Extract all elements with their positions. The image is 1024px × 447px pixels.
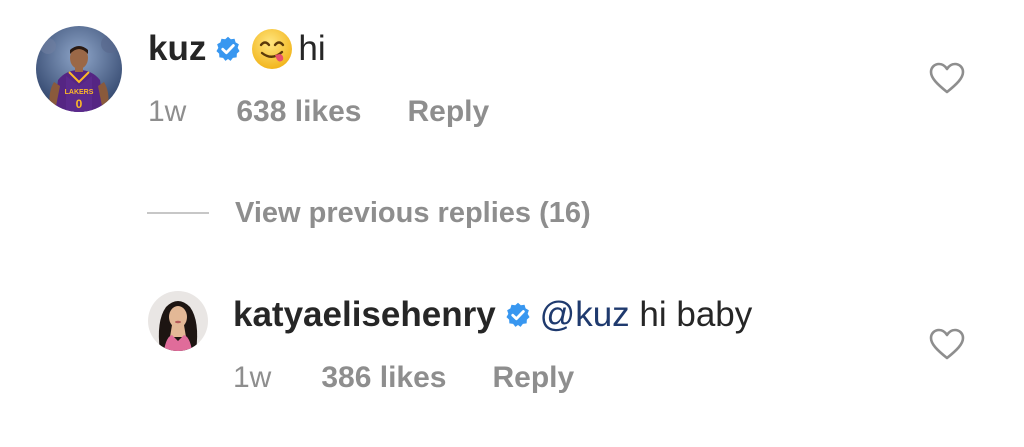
comment-thread: LAKERS 0 kuz hi 1w 638 likes Reply View … xyxy=(0,0,1024,447)
likes-count-link[interactable]: 638 likes xyxy=(236,95,361,129)
thread-divider xyxy=(147,212,209,214)
likes-count-link[interactable]: 386 likes xyxy=(321,361,446,395)
comment-2-line: katyaelisehenry @kuz hi baby xyxy=(233,294,752,336)
comment-time: 1w xyxy=(233,361,272,394)
comment-time: 1w xyxy=(148,95,187,128)
verified-badge-icon xyxy=(504,301,532,329)
avatar[interactable]: LAKERS 0 xyxy=(36,26,122,112)
view-previous-replies-button[interactable]: View previous replies (16) xyxy=(147,196,591,230)
comment-2-meta: 1w 386 likes Reply xyxy=(233,361,574,395)
heart-outline-icon[interactable] xyxy=(929,62,965,95)
comment-text: hi xyxy=(298,29,326,68)
view-replies-label[interactable]: View previous replies (16) xyxy=(235,197,591,230)
comment-1-line: kuz hi xyxy=(148,27,326,71)
mention-link[interactable]: @kuz xyxy=(540,295,630,334)
verified-badge-icon xyxy=(214,35,242,63)
heart-outline-icon[interactable] xyxy=(929,328,965,361)
comment-username[interactable]: katyaelisehenry xyxy=(233,295,496,335)
reply-button[interactable]: Reply xyxy=(492,361,574,395)
svg-text:LAKERS: LAKERS xyxy=(65,89,94,96)
svg-text:0: 0 xyxy=(76,97,83,111)
reply-button[interactable]: Reply xyxy=(407,95,489,129)
comment-text-body: hi baby xyxy=(629,295,753,334)
comment-1-meta: 1w 638 likes Reply xyxy=(148,95,489,129)
comment-text: @kuz hi baby xyxy=(540,295,753,335)
yum-face-emoji-icon xyxy=(250,27,294,71)
avatar[interactable] xyxy=(148,291,208,351)
comment-username[interactable]: kuz xyxy=(148,29,206,69)
